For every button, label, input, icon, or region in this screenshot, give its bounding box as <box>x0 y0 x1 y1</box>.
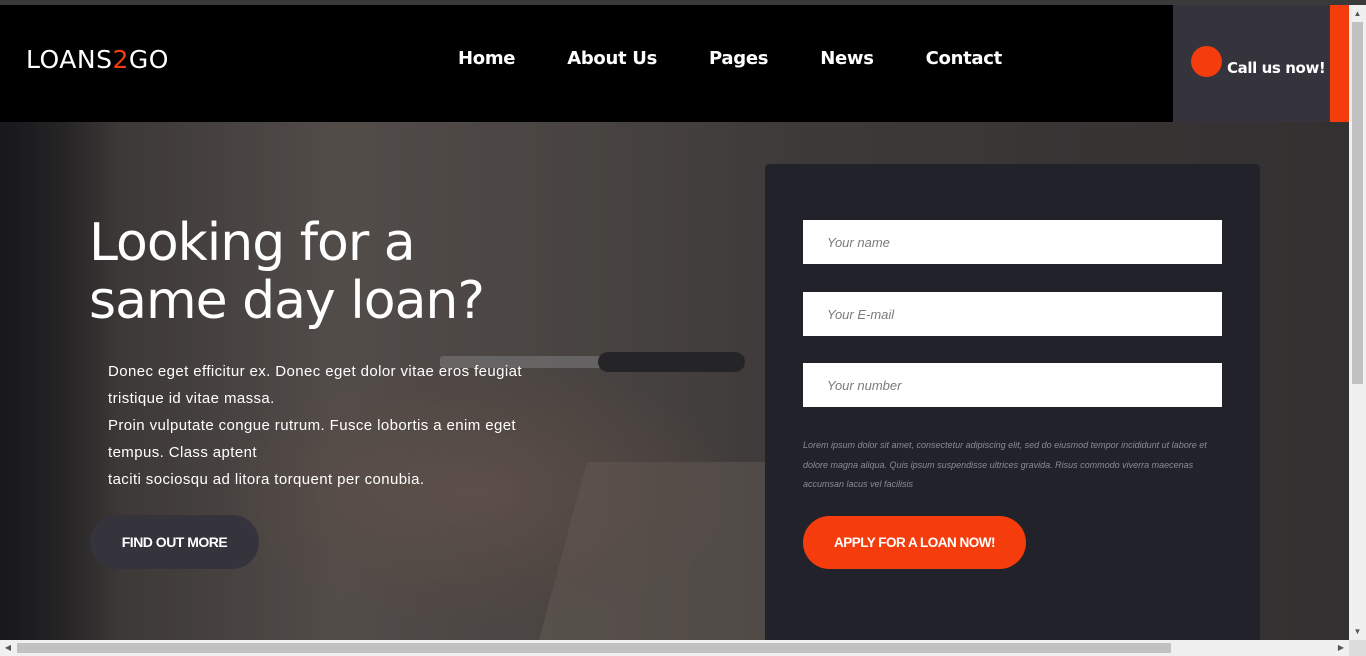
lead-paragraph: taciti sociosqu ad litora torquent per c… <box>108 471 425 488</box>
name-input[interactable] <box>803 220 1222 264</box>
arrow-down-icon[interactable]: ▼ <box>1349 623 1366 640</box>
number-input[interactable] <box>803 363 1222 407</box>
form-disclaimer: Lorem ipsum dolor sit amet, consectetur … <box>803 440 1207 489</box>
call-us-label: Call us now! <box>1227 59 1326 77</box>
apply-loan-button[interactable]: APPLY FOR A LOAN NOW! <box>803 516 1026 569</box>
headline-line-1: Looking for a <box>89 213 416 273</box>
nav-contact[interactable]: Contact <box>926 48 1003 69</box>
horizontal-scroll-thumb[interactable] <box>17 643 1171 653</box>
logo-prefix: LOANS <box>26 45 113 74</box>
logo-accent: 2 <box>112 45 129 74</box>
hero-headline: Looking for a same day loan? <box>89 213 485 331</box>
email-input[interactable] <box>803 292 1222 336</box>
hero-section: Looking for a same day loan? Donec eget e… <box>0 122 1349 640</box>
call-us-box[interactable]: Call us now! <box>1173 5 1330 122</box>
site-header: LOANS2GO Home About Us Pages News Contac… <box>0 5 1349 122</box>
lead-paragraph: Proin vulputate congue rutrum. Fusce lob… <box>108 417 517 461</box>
nav-about-us[interactable]: About Us <box>567 48 657 69</box>
arrow-left-icon[interactable]: ◀ <box>0 640 16 656</box>
phone-circle-icon <box>1191 46 1222 77</box>
vertical-scroll-thumb[interactable] <box>1352 22 1363 384</box>
find-out-more-button[interactable]: FIND OUT MORE <box>90 515 259 569</box>
accent-bar <box>1330 5 1349 122</box>
nav-news[interactable]: News <box>820 48 874 69</box>
nav-pages[interactable]: Pages <box>709 48 768 69</box>
logo-suffix: GO <box>128 45 169 74</box>
main-nav: Home About Us Pages News Contact <box>432 48 1028 69</box>
scrollbar-corner <box>1349 640 1366 656</box>
hero-lead: Donec eget efficitur ex. Donec eget dolo… <box>108 358 528 493</box>
lead-paragraph: Donec eget efficitur ex. Donec eget dolo… <box>108 363 522 407</box>
loan-form: Lorem ipsum dolor sit amet, consectetur … <box>765 164 1260 640</box>
arrow-up-icon[interactable]: ▲ <box>1349 5 1366 22</box>
headline-line-2: same day loan? <box>89 271 485 331</box>
horizontal-scrollbar[interactable]: ◀ ▶ <box>0 640 1349 656</box>
logo[interactable]: LOANS2GO <box>26 45 169 74</box>
nav-home[interactable]: Home <box>458 48 516 69</box>
arrow-right-icon[interactable]: ▶ <box>1333 640 1349 656</box>
vertical-scrollbar[interactable]: ▲ ▼ <box>1349 5 1366 640</box>
